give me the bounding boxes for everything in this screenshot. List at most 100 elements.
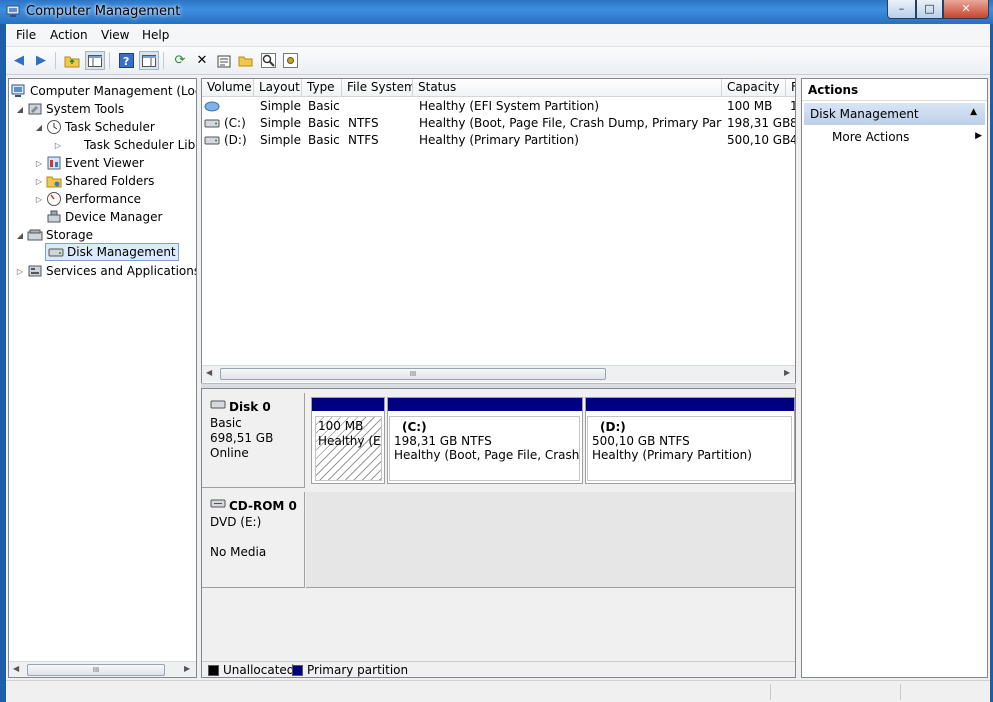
expand-arrow-icon[interactable]: ▷ — [53, 141, 63, 150]
forward-arrow-icon[interactable]: ▶ — [31, 51, 51, 70]
tree-horizontal-scrollbar[interactable]: ◀ III ▶ — [9, 661, 196, 677]
tree-label: Device Manager — [65, 210, 163, 224]
partition-efi[interactable]: 100 MB Healthy (EF — [311, 397, 385, 484]
tree-item-disk-management[interactable]: Disk Management — [45, 243, 179, 261]
cell-free-space: 4 — [790, 132, 795, 149]
column-header-status[interactable]: Status — [413, 79, 722, 97]
collapse-arrow-icon[interactable]: ◢ — [15, 231, 25, 240]
scrollbar-thumb[interactable]: III — [27, 664, 165, 676]
scroll-right-arrow-icon[interactable]: ▶ — [784, 368, 790, 377]
show-hide-action-pane-icon[interactable] — [139, 51, 159, 70]
tree-item-task-scheduler-library[interactable]: ▷ Task Scheduler Libra — [53, 136, 197, 154]
tree-item-storage[interactable]: ◢ Storage — [15, 226, 93, 244]
navigation-tree: Computer Management (Local ◢ System Tool… — [8, 78, 197, 678]
cdrom-0-info[interactable]: CD-ROM 0 DVD (E:) No Media — [202, 492, 305, 588]
cell-volume: (D:) — [224, 133, 247, 147]
tree-item-event-viewer[interactable]: ▷ Event Viewer — [34, 154, 144, 172]
column-header-type[interactable]: Type — [302, 79, 342, 97]
primary-partition-bar — [312, 398, 384, 411]
scrollbar-thumb[interactable]: III — [220, 368, 606, 380]
search-icon[interactable] — [258, 51, 278, 70]
collapse-arrow-icon[interactable]: ◢ — [34, 123, 44, 132]
disk-name: Disk 0 — [229, 400, 271, 414]
tree-item-device-manager[interactable]: Device Manager — [46, 208, 162, 226]
cell-layout: Simple — [260, 133, 301, 147]
tree-item-services-and-applications[interactable]: ▷ Services and Applications — [15, 262, 197, 280]
cell-status: Healthy (Boot, Page File, Crash Dump, Pr… — [419, 116, 722, 130]
tree-label: Event Viewer — [65, 156, 144, 170]
open-folder-icon[interactable] — [236, 51, 256, 70]
partition-size: 198,31 GB NTFS — [394, 434, 492, 448]
minimize-button[interactable]: – — [887, 0, 916, 19]
tree-label: Storage — [46, 228, 93, 242]
partition-c[interactable]: (C:) 198,31 GB NTFS Healthy (Boot, Page … — [387, 397, 583, 484]
help-icon[interactable]: ? — [116, 51, 136, 70]
up-folder-icon[interactable] — [62, 51, 82, 70]
drive-icon — [204, 136, 220, 145]
volume-list-horizontal-scrollbar[interactable]: ◀ III ▶ — [202, 365, 795, 382]
cell-free-space: 1 — [790, 98, 795, 115]
menu-action[interactable]: Action — [50, 28, 88, 42]
column-header-file-system[interactable]: File System — [342, 79, 413, 97]
expand-arrow-icon[interactable]: ▷ — [15, 267, 25, 276]
delete-icon[interactable]: ✕ — [192, 51, 212, 70]
menu-file[interactable]: File — [16, 28, 36, 42]
cdrom-status: No Media — [210, 545, 267, 559]
expand-arrow-icon[interactable]: ▷ — [34, 195, 44, 204]
actions-section-disk-management[interactable]: Disk Management ▲ — [804, 103, 985, 125]
legend-primary: Primary partition — [307, 663, 409, 677]
tools-icon — [28, 103, 42, 115]
clock-icon — [47, 120, 61, 134]
cell-free-space: 8 — [790, 115, 795, 132]
column-header-capacity[interactable]: Capacity — [722, 79, 786, 97]
svg-text:?: ? — [123, 55, 129, 68]
properties-icon[interactable] — [214, 51, 234, 70]
cell-capacity: 198,31 GB — [727, 116, 791, 130]
primary-partition-bar — [388, 398, 582, 411]
primary-partition-bar — [586, 398, 794, 411]
tree-item-task-scheduler[interactable]: ◢ Task Scheduler — [34, 118, 155, 136]
disk-graphical-view: Disk 0 Basic 698,51 GB Online 100 MB Hea… — [201, 388, 796, 678]
close-button[interactable]: ✕ — [943, 0, 989, 19]
column-header-layout[interactable]: Layout — [254, 79, 302, 97]
tree-label: Task Scheduler Libra — [84, 138, 197, 152]
disk-size: 698,51 GB — [210, 431, 274, 445]
actions-title: Actions — [802, 79, 987, 101]
primary-partition-swatch — [292, 665, 303, 676]
scroll-left-arrow-icon[interactable]: ◀ — [13, 664, 19, 673]
tree-label: Services and Applications — [46, 264, 197, 278]
expand-arrow-icon[interactable]: ▷ — [34, 159, 44, 168]
cdrom-0-media-area[interactable] — [306, 492, 795, 588]
client-area: File Action View Help ◀ ▶ ? ⟳ ✕ Computer… — [6, 24, 990, 702]
collapse-arrow-icon[interactable]: ◢ — [15, 105, 25, 114]
disk-0-info[interactable]: Disk 0 Basic 698,51 GB Online — [202, 393, 305, 488]
tree-item-computer-management[interactable]: Computer Management (Local — [11, 82, 196, 100]
back-arrow-icon[interactable]: ◀ — [9, 51, 29, 70]
show-hide-tree-icon[interactable] — [85, 51, 105, 70]
refresh-icon[interactable]: ⟳ — [170, 51, 190, 70]
tree-item-shared-folders[interactable]: ▷ Shared Folders — [34, 172, 154, 190]
partition-d[interactable]: (D:) 500,10 GB NTFS Healthy (Primary Par… — [585, 397, 795, 484]
tree-label: Disk Management — [67, 245, 176, 259]
cell-status: Healthy (Primary Partition) — [419, 133, 579, 147]
tree-label: Task Scheduler — [65, 120, 155, 134]
tree-item-system-tools[interactable]: ◢ System Tools — [15, 100, 124, 118]
column-header-volume[interactable]: Volume — [202, 79, 254, 97]
menu-help[interactable]: Help — [142, 28, 169, 42]
disk-status: Online — [210, 446, 249, 460]
settings-icon[interactable] — [280, 51, 300, 70]
scroll-right-arrow-icon[interactable]: ▶ — [184, 664, 190, 673]
column-header-free-space[interactable]: F — [786, 79, 795, 97]
volume-list: Volume Layout Type File System Status Ca… — [201, 78, 796, 384]
partition-status: Healthy (Boot, Page File, Crash Dur — [394, 448, 580, 462]
more-actions-item[interactable]: More Actions ▶ — [832, 130, 982, 144]
menu-view[interactable]: View — [101, 28, 129, 42]
maximize-button[interactable]: □ — [916, 0, 943, 19]
submenu-arrow-icon: ▶ — [975, 131, 982, 141]
collapse-up-arrow-icon[interactable]: ▲ — [970, 107, 977, 117]
tree-item-performance[interactable]: ▷ Performance — [34, 190, 141, 208]
event-viewer-icon — [47, 156, 61, 170]
computer-icon — [11, 84, 25, 97]
expand-arrow-icon[interactable]: ▷ — [34, 177, 44, 186]
scroll-left-arrow-icon[interactable]: ◀ — [206, 368, 212, 377]
